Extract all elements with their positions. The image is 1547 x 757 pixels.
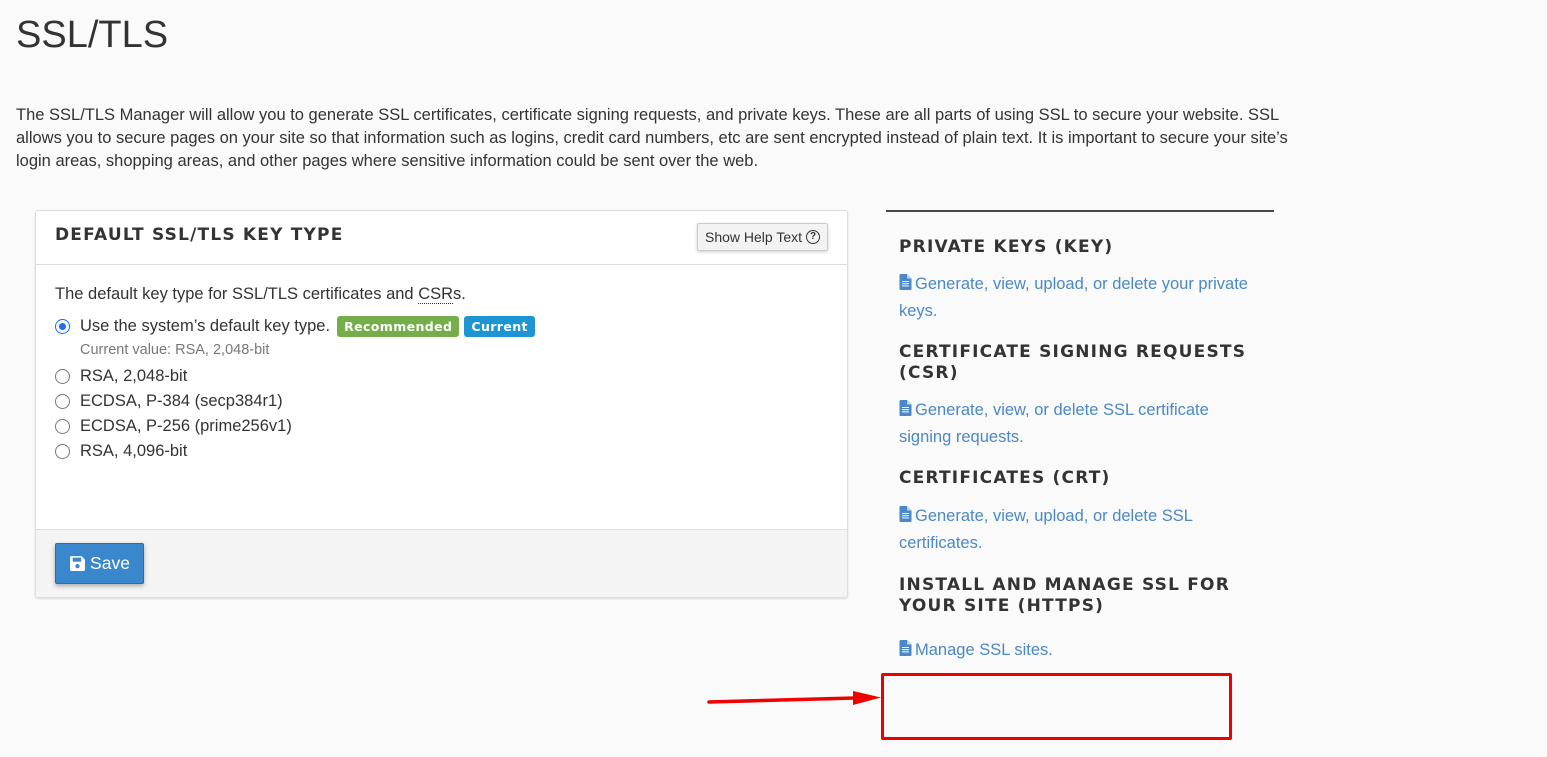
document-icon	[899, 506, 912, 522]
radio-ecdsa-p256[interactable]	[55, 419, 70, 434]
page-title: SSL/TLS	[16, 14, 169, 56]
floppy-disk-icon	[70, 556, 85, 571]
document-icon	[899, 274, 912, 290]
option-system-default[interactable]: Use the system’s default key type. Recom…	[55, 314, 828, 339]
key-type-description: The default key type for SSL/TLS certifi…	[55, 285, 828, 304]
certificates-link-text: Generate, view, upload, or delete SSL ce…	[899, 507, 1193, 552]
sidebar-divider	[886, 210, 1274, 212]
option-label: RSA, 4,096-bit	[80, 442, 188, 460]
description-text: The default key type for SSL/TLS certifi…	[55, 285, 419, 303]
show-help-text-button[interactable]: Show Help Text ?	[696, 223, 828, 251]
option-ecdsa-p384[interactable]: ECDSA, P-384 (secp384r1)	[55, 389, 828, 414]
option-rsa-2048[interactable]: RSA, 2,048-bit	[55, 364, 828, 389]
show-help-text-label: Show Help Text	[704, 229, 802, 245]
question-circle-icon: ?	[806, 230, 820, 244]
private-keys-link-text: Generate, view, upload, or delete your p…	[899, 275, 1248, 320]
section-title-csr: CERTIFICATE SIGNING REQUESTS (CSR)	[899, 342, 1247, 383]
manage-ssl-sites-link-text: Manage SSL sites.	[915, 641, 1053, 659]
panel-title: DEFAULT SSL/TLS KEY TYPE	[55, 225, 344, 245]
document-icon	[899, 400, 912, 416]
description-suffix: s.	[453, 285, 466, 303]
manage-ssl-sites-link[interactable]: Manage SSL sites.	[899, 637, 1254, 664]
current-value-note: Current value: RSA, 2,048-bit	[80, 342, 270, 358]
option-ecdsa-p256[interactable]: ECDSA, P-256 (prime256v1)	[55, 414, 828, 439]
panel-body: The default key type for SSL/TLS certifi…	[36, 265, 847, 530]
annotation-highlight-box	[881, 673, 1232, 740]
radio-system-default[interactable]	[55, 319, 70, 334]
save-label: Save	[90, 553, 130, 573]
document-icon	[899, 640, 912, 656]
key-type-options: Use the system’s default key type. Recom…	[55, 314, 828, 464]
private-keys-link[interactable]: Generate, view, upload, or delete your p…	[899, 271, 1254, 325]
ssl-sidebar: PRIVATE KEYS (KEY) Generate, view, uploa…	[886, 210, 1274, 664]
section-title-certificates: CERTIFICATES (CRT)	[899, 468, 1111, 488]
radio-rsa-2048[interactable]	[55, 369, 70, 384]
option-label: RSA, 2,048-bit	[80, 367, 188, 385]
radio-rsa-4096[interactable]	[55, 444, 70, 459]
save-button[interactable]: Save	[55, 543, 144, 584]
radio-ecdsa-p384[interactable]	[55, 394, 70, 409]
option-label: ECDSA, P-256 (prime256v1)	[80, 417, 292, 435]
csr-link[interactable]: Generate, view, or delete SSL certificat…	[899, 397, 1254, 451]
csr-link-text: Generate, view, or delete SSL certificat…	[899, 401, 1209, 446]
csr-abbr: CSR	[418, 285, 454, 304]
key-type-panel: DEFAULT SSL/TLS KEY TYPE Show Help Text …	[35, 210, 848, 598]
intro-text: The SSL/TLS Manager will allow you to ge…	[16, 106, 1288, 170]
option-label: Use the system’s default key type.	[80, 317, 331, 335]
option-label: ECDSA, P-384 (secp384r1)	[80, 392, 283, 410]
certificates-link[interactable]: Generate, view, upload, or delete SSL ce…	[899, 503, 1254, 557]
panel-footer: Save	[36, 529, 847, 597]
panel-heading: DEFAULT SSL/TLS KEY TYPE Show Help Text …	[36, 211, 847, 265]
current-badge: Current	[464, 316, 535, 337]
option-rsa-4096[interactable]: RSA, 4,096-bit	[55, 439, 828, 464]
annotation-arrow-icon	[707, 691, 881, 705]
section-title-install-manage: INSTALL AND MANAGE SSL FOR YOUR SITE (HT…	[899, 575, 1230, 616]
recommended-badge: Recommended	[337, 316, 460, 337]
section-title-private-keys: PRIVATE KEYS (KEY)	[899, 237, 1114, 257]
